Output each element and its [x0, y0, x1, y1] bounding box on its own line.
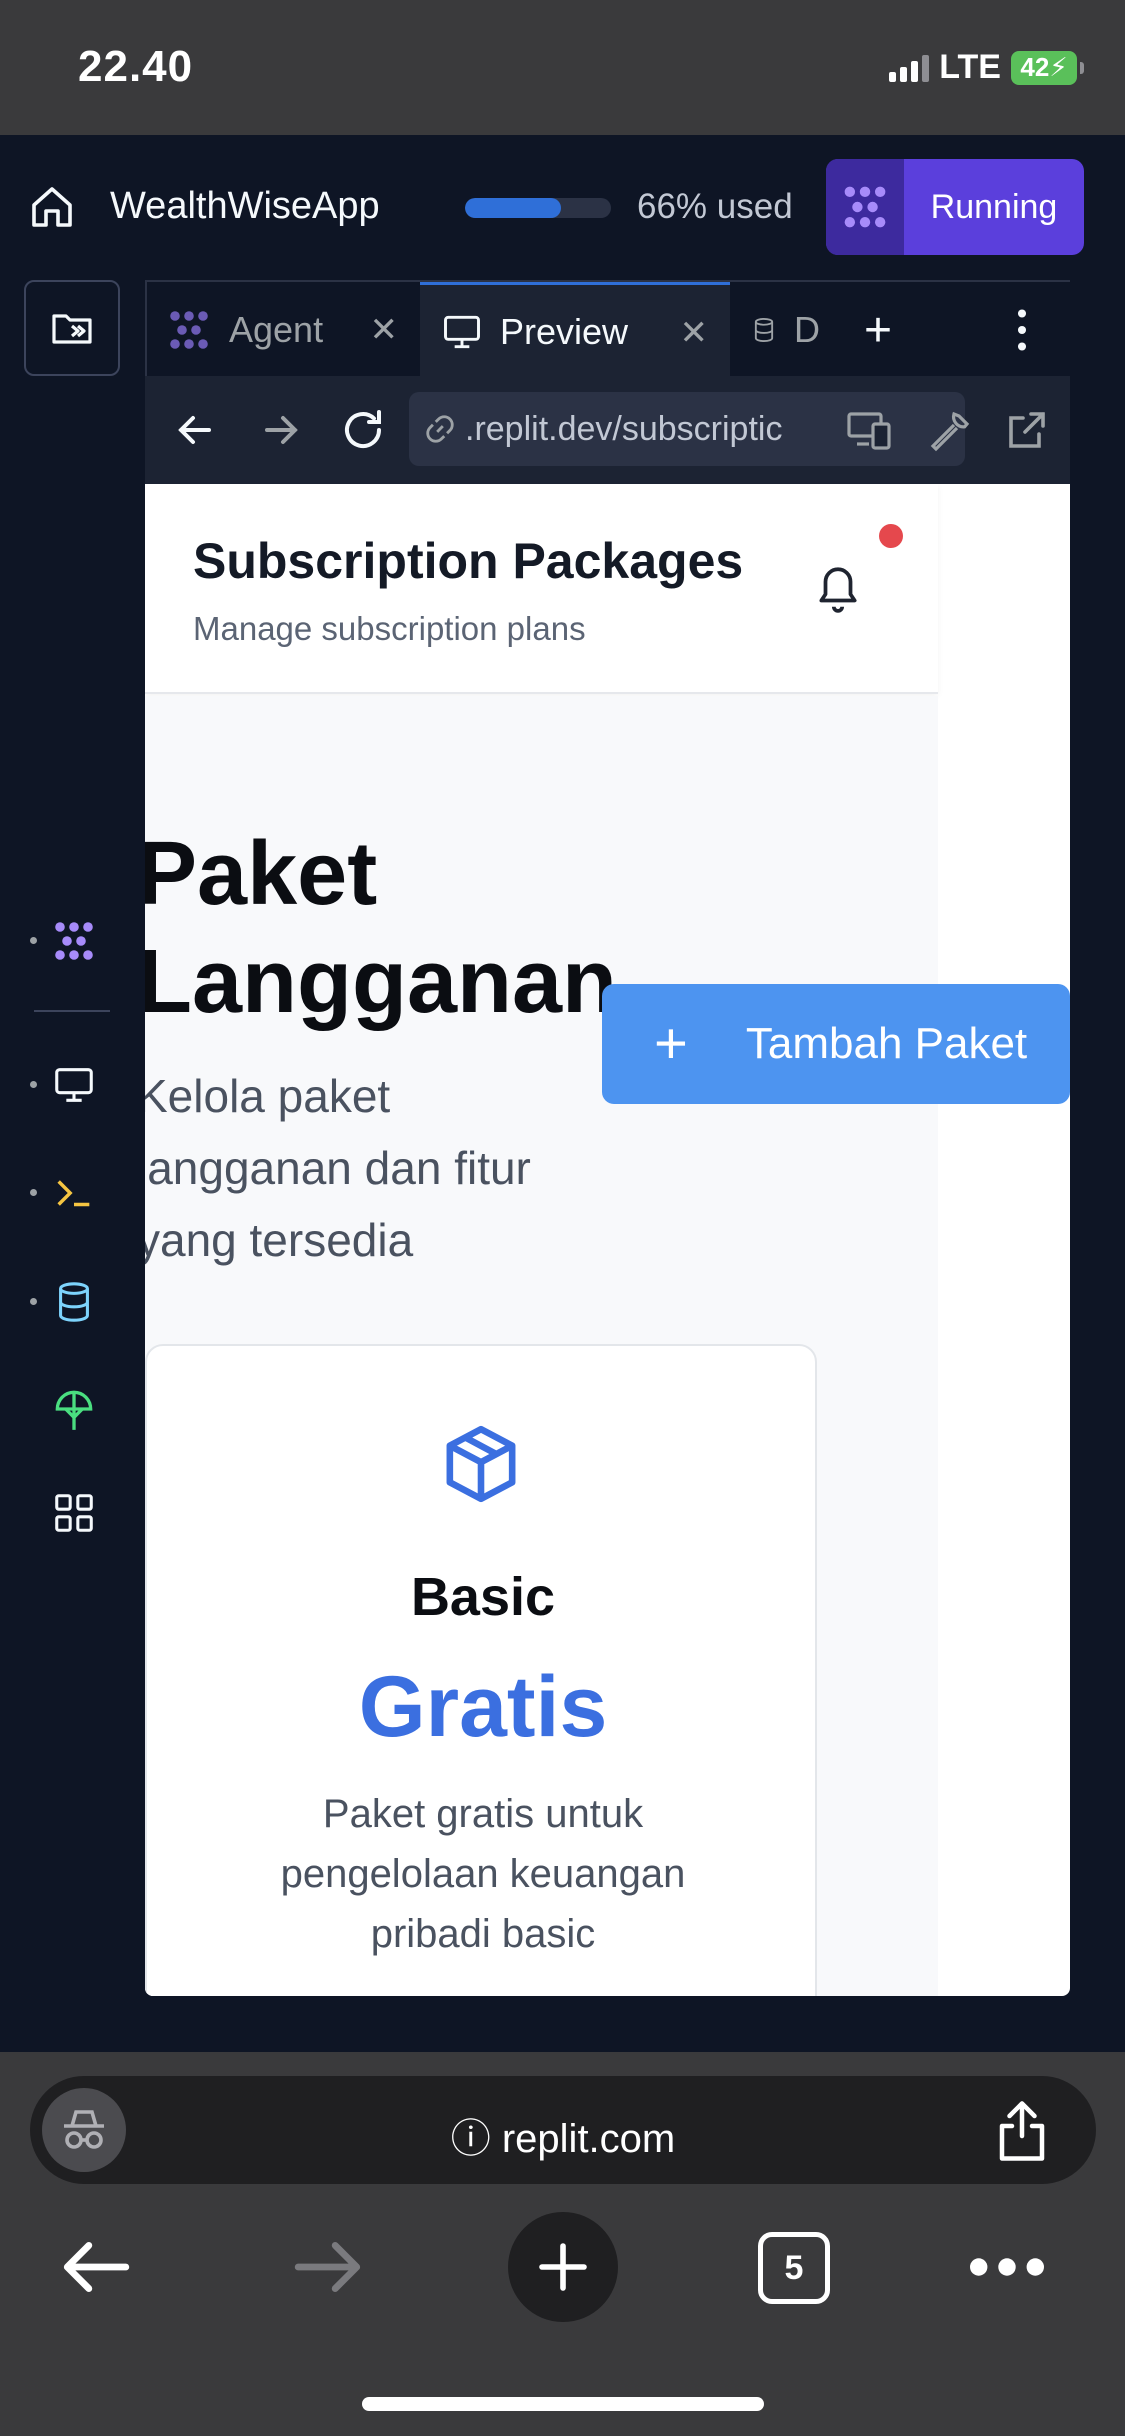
add-package-label: Tambah Paket — [745, 1019, 1028, 1068]
page-description: Kelola paket langganan dan fitur yang te… — [145, 1070, 531, 1266]
running-label: Running — [930, 187, 1058, 226]
rail-shell[interactable] — [26, 1158, 122, 1228]
app-bar: WealthWiseApp 66% used Running — [0, 135, 1125, 280]
rail-agent[interactable] — [26, 906, 122, 976]
more-options-button[interactable] — [975, 282, 1069, 378]
status-indicators: LTE 42 ⚡ — [889, 48, 1084, 87]
app-header: Subscription Packages Manage subscriptio… — [145, 484, 938, 694]
close-icon[interactable]: ✕ — [680, 313, 709, 353]
rail-deploy[interactable] — [26, 1374, 122, 1444]
monitor-icon — [444, 315, 480, 348]
status-time: 22.40 — [78, 42, 194, 91]
database-icon — [59, 1282, 89, 1322]
agent-icon — [55, 922, 93, 960]
folder-icon — [52, 314, 92, 344]
tab-database-label: D — [794, 309, 820, 350]
reload-icon[interactable] — [339, 406, 387, 454]
bell-icon[interactable] — [813, 560, 863, 616]
app-name[interactable]: WealthWiseApp — [110, 185, 380, 228]
page-title: Paket Langganan — [145, 824, 618, 1032]
agent-logo-icon — [826, 159, 904, 255]
rail-indicator — [30, 937, 37, 944]
package-card[interactable]: Basic Gratis Paket gratis untuk pengelol… — [145, 1344, 817, 1996]
files-toggle-button[interactable] — [24, 280, 120, 376]
open-external-icon[interactable] — [1003, 406, 1051, 454]
header-subtitle: Manage subscription plans — [193, 610, 586, 647]
devices-icon[interactable] — [845, 406, 893, 454]
rail-preview[interactable] — [26, 1050, 122, 1120]
preview-toolbar: .replit.dev/subscriptic — [145, 376, 1070, 484]
page-body: Paket Langganan Kelola paket langganan d… — [145, 696, 938, 1996]
usage-progress-fill — [465, 198, 562, 218]
back-arrow-icon[interactable] — [171, 406, 219, 454]
usage-text[interactable]: 66% used — [637, 187, 793, 227]
rail-divider — [34, 1010, 110, 1012]
tab-preview[interactable]: Preview ✕ — [420, 282, 730, 378]
plus-icon: + — [654, 1011, 688, 1076]
network-label: LTE — [939, 48, 1001, 86]
tab-database[interactable]: D — [730, 282, 820, 378]
signal-icon — [889, 54, 930, 82]
agent-tab-icon — [170, 311, 208, 349]
new-tab-button[interactable]: + — [831, 282, 925, 378]
notification-badge — [879, 524, 903, 548]
safari-tabs-button[interactable]: 5 — [758, 2232, 830, 2304]
tab-bar: Agent ✕ Preview ✕ D + — [145, 280, 1070, 378]
database-icon — [754, 317, 774, 343]
rail-all-tools[interactable] — [26, 1478, 122, 1548]
more-dots-icon[interactable] — [970, 2256, 1044, 2278]
wrench-icon[interactable] — [925, 406, 973, 454]
home-icon[interactable] — [28, 183, 76, 231]
rail-indicator — [30, 1189, 37, 1196]
add-package-button[interactable]: + Tambah Paket — [602, 984, 1070, 1104]
status-bar: 22.40 LTE 42 ⚡ — [0, 0, 1125, 135]
rail-indicator — [30, 1298, 37, 1305]
battery-level: 42 — [1020, 52, 1050, 82]
url-text: .replit.dev/subscriptic — [465, 409, 783, 448]
link-icon — [426, 415, 454, 443]
address-text: ⓘ replit.com — [450, 2117, 676, 2161]
preview-pane: Subscription Packages Manage subscriptio… — [145, 484, 1070, 1996]
share-icon[interactable] — [992, 2098, 1052, 2164]
safari-new-tab-button[interactable] — [508, 2212, 618, 2322]
terminal-icon — [57, 1180, 90, 1207]
domain-text: replit.com — [501, 2117, 676, 2161]
vertical-dots-icon — [1017, 309, 1027, 351]
rail-database[interactable] — [26, 1267, 122, 1337]
tab-preview-label: Preview — [500, 310, 629, 352]
running-button[interactable]: Running — [826, 159, 1084, 255]
package-icon — [446, 1425, 516, 1503]
grid-icon — [55, 1494, 93, 1532]
package-price: Gratis — [358, 1659, 608, 1755]
package-name: Basic — [410, 1567, 556, 1627]
close-icon[interactable]: ✕ — [370, 310, 399, 350]
address-bar[interactable]: ⓘ replit.com — [30, 2076, 1096, 2184]
home-indicator — [362, 2397, 764, 2411]
deploy-icon — [55, 1390, 93, 1430]
safari-back-icon[interactable] — [58, 2235, 132, 2299]
header-title: Subscription Packages — [193, 533, 744, 589]
monitor-icon — [55, 1068, 93, 1102]
forward-arrow-icon[interactable] — [257, 406, 305, 454]
plus-icon — [539, 2243, 587, 2291]
package-description: Paket gratis untuk pengelolaan keuangan … — [280, 1792, 686, 1956]
tab-agent[interactable]: Agent ✕ — [145, 282, 420, 378]
safari-forward-icon[interactable] — [292, 2235, 366, 2299]
tab-agent-label: Agent — [229, 309, 324, 350]
usage-progress-bar[interactable] — [465, 198, 611, 218]
rail-indicator — [30, 1081, 37, 1088]
battery-icon: 42 ⚡ — [1011, 50, 1084, 85]
